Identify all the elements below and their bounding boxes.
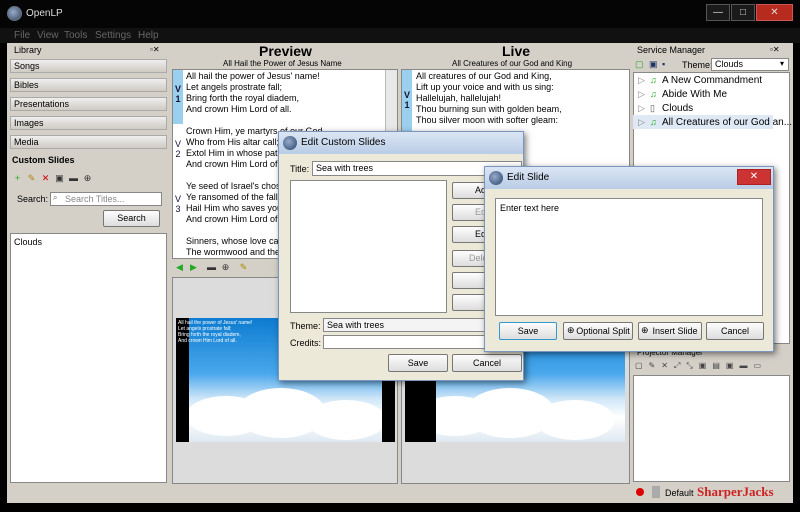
menu-tools[interactable]: Tools [64,30,87,41]
service-item[interactable]: Abide With Me [662,89,727,100]
service-item[interactable]: A New Commandment [662,75,762,86]
search-input[interactable]: Search Titles... [50,192,162,206]
add-icon[interactable]: ⊕ [220,262,231,272]
cancel-button[interactable]: Cancel [706,322,764,340]
song-icon: ♫ [650,89,657,99]
theme-label: Theme: [290,321,321,331]
credits-label: Credits: [290,338,322,348]
service-manager-header: Service Manager [637,45,706,55]
title-bar [0,0,800,28]
live-indicator-icon [636,488,644,496]
service-item[interactable]: All Creatures of our God an... [662,117,792,128]
new-service-icon[interactable]: ▢ [635,59,644,70]
live-subtitle: All Creatures of our God and King [452,59,573,68]
menu-file[interactable]: File [14,30,30,41]
custom-slide-icon: ▯ [650,103,655,113]
go-live-icon[interactable]: ▬ [206,262,217,272]
delete-icon[interactable]: ✕ [40,173,51,183]
slide-list[interactable] [290,180,447,313]
insert-icon: ⊕ [641,325,649,335]
openlp-logo-icon [7,6,22,21]
undock-icon[interactable]: ▫✕ [770,45,780,54]
save-service-icon[interactable]: ▪ [662,59,665,69]
openlp-logo-icon [489,171,503,185]
library-results [10,233,167,483]
library-section-images[interactable]: Images [10,116,167,130]
search-label: Search: [17,194,49,204]
minimize-button[interactable]: — [706,4,730,21]
close-button[interactable]: ✕ [756,4,793,21]
projector-toolbar[interactable]: ▢✎✕⤢⤡▣▤▣▬▭ [635,361,785,373]
title-label: Title: [290,164,310,174]
watermark: SharperJacks [697,484,774,499]
preview-verse-tag: V 2 [173,125,183,179]
status-theme: Default [665,488,694,498]
maximize-button[interactable]: □ [731,4,755,21]
expand-icon[interactable]: ▷ [638,75,645,86]
edit-icon[interactable]: ✎ [238,262,249,272]
edit-slide-title-bar: Edit Slide [485,167,773,189]
library-section-presentations[interactable]: Presentations [10,97,167,111]
menu-view[interactable]: View [37,30,59,41]
preview-slide[interactable]: All hail the power of Jesus' name! Let a… [186,71,381,125]
chevron-down-icon: ▾ [780,59,785,68]
dialog-close-button[interactable]: ✕ [737,169,771,185]
save-button[interactable]: Save [388,354,448,372]
library-section-bibles[interactable]: Bibles [10,78,167,92]
library-header: Library [14,45,42,55]
openlp-logo-icon [283,136,297,150]
song-icon: ♫ [650,75,657,85]
live-slide[interactable]: All creatures of our God and King, Lift … [416,71,616,131]
window-title: OpenLP [26,8,63,19]
expand-icon[interactable]: ▷ [638,117,645,128]
open-service-icon[interactable]: ▣ [649,59,658,70]
split-icon: ⊕ [567,325,575,335]
result-clouds[interactable]: Clouds [14,237,42,247]
library-section-songs[interactable]: Songs [10,59,167,73]
service-item[interactable]: Clouds [662,103,693,114]
menu-settings[interactable]: Settings [95,30,131,41]
song-icon: ♫ [650,117,657,127]
add-to-service-icon[interactable]: ⊕ [82,173,93,183]
projector-list [633,375,790,482]
library-section-media[interactable]: Media [10,135,167,149]
search-icon: ⌕ [53,193,58,202]
search-button[interactable]: Search [103,210,160,227]
library-toolbar: + ✎ ✕ ▣ ▬ ⊕ [12,173,102,185]
edit-slide-dialog: Edit Slide ✕ Enter text here Save Option… [484,166,774,352]
live-header: Live [502,43,531,59]
edit-icon[interactable]: ✎ [26,173,37,183]
edit-slide-title: Edit Slide [507,172,550,183]
progress-icon [652,486,660,498]
preview-toolbar: ◀ ▶ ▬ ⊕ ✎ [174,262,264,274]
preview-header: Preview [259,43,312,59]
preview-subtitle: All Hail the Power of Jesus Name [223,59,342,68]
expand-icon[interactable]: ▷ [638,103,645,114]
preview-verse-tag: V 1 [173,70,183,124]
next-icon[interactable]: ▶ [188,262,199,272]
library-section-custom[interactable]: Custom Slides [12,155,75,165]
menu-help[interactable]: Help [138,30,159,41]
preview-icon[interactable]: ▣ [54,173,65,183]
live-verse-tag: V 1 [402,70,412,140]
new-icon[interactable]: + [12,173,23,183]
cancel-button[interactable]: Cancel [452,354,522,372]
preview-verse-tag: V 3 [173,180,183,234]
theme-label: Theme: [682,60,713,70]
theme-select[interactable]: Clouds [711,58,789,71]
edit-custom-title: Edit Custom Slides [301,137,386,148]
save-button[interactable]: Save [499,322,557,340]
expand-icon[interactable]: ▷ [638,89,645,100]
undock-icon[interactable]: ▫✕ [150,45,160,54]
slide-text-editor[interactable]: Enter text here [495,198,763,316]
preview-display-text: All hail the power of Jesus' name! Let a… [178,320,253,344]
edit-custom-title-bar: Edit Custom Slides [279,132,523,154]
previous-icon[interactable]: ◀ [174,262,185,272]
live-icon[interactable]: ▬ [68,173,79,183]
